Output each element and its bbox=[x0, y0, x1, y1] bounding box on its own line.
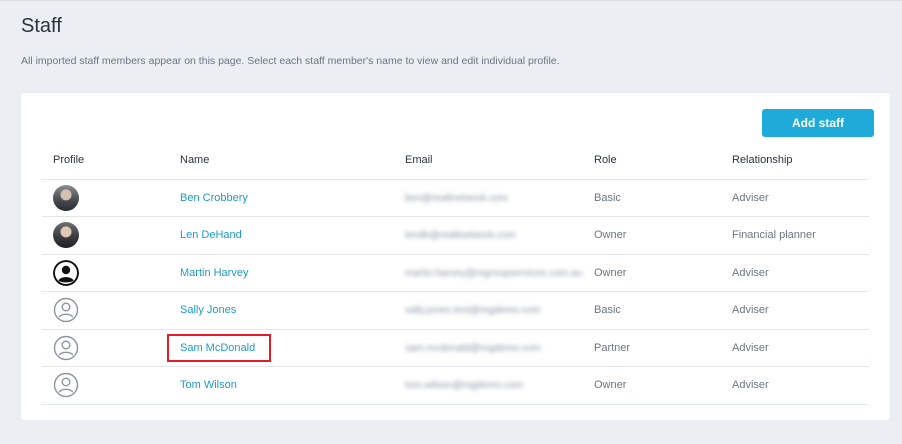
staff-name-link[interactable]: Martin Harvey bbox=[180, 267, 248, 279]
staff-email: lendh@realtnetwork.com bbox=[405, 230, 516, 242]
person-outline-icon bbox=[53, 335, 79, 360]
staff-email: martin.harvey@mgroupservices.com.au bbox=[405, 267, 582, 279]
staff-relationship: Adviser bbox=[732, 366, 869, 405]
person-outline-icon bbox=[53, 298, 79, 323]
person-filled-icon bbox=[53, 259, 79, 286]
staff-email: sally.jones.test@mgdemo.com bbox=[405, 305, 541, 317]
header-name: Name bbox=[180, 141, 405, 180]
table-row: Sam McDonald sam.mcdonald@mgdemo.com Par… bbox=[42, 329, 869, 367]
add-staff-button[interactable]: Add staff bbox=[762, 109, 874, 137]
staff-name-link[interactable]: Tom Wilson bbox=[180, 379, 237, 391]
staff-relationship: Adviser bbox=[732, 179, 869, 217]
staff-relationship: Adviser bbox=[732, 254, 869, 292]
table-row: Ben Crobbery ben@realtnetwork.com Basic … bbox=[42, 179, 869, 217]
page-description: All imported staff members appear on thi… bbox=[21, 55, 560, 67]
staff-email: tom.wilson@mgdemo.com bbox=[405, 380, 523, 392]
staff-relationship: Financial planner bbox=[732, 216, 869, 255]
header-email: Email bbox=[405, 141, 594, 180]
avatar bbox=[53, 222, 79, 249]
table-row: Len DeHand lendh@realtnetwork.com Owner … bbox=[42, 216, 869, 255]
staff-table: Profile Name Email Role Relationship Ben… bbox=[42, 141, 869, 405]
staff-email: ben@realtnetwork.com bbox=[405, 192, 508, 204]
staff-email: sam.mcdonald@mgdemo.com bbox=[405, 342, 541, 354]
header-profile: Profile bbox=[42, 141, 180, 180]
staff-role: Owner bbox=[594, 254, 732, 292]
staff-role: Basic bbox=[594, 179, 732, 217]
table-row: Martin Harvey martin.harvey@mgroupservic… bbox=[42, 254, 869, 292]
table-header-row: Profile Name Email Role Relationship bbox=[42, 141, 869, 180]
staff-card: Add staff Profile Name Email Role Relati… bbox=[21, 93, 890, 420]
staff-name-link[interactable]: Ben Crobbery bbox=[180, 192, 248, 204]
staff-relationship: Adviser bbox=[732, 291, 869, 330]
header-relationship: Relationship bbox=[732, 141, 869, 180]
table-row: Sally Jones sally.jones.test@mgdemo.com … bbox=[42, 291, 869, 330]
table-row: Tom Wilson tom.wilson@mgdemo.com Owner A… bbox=[42, 366, 869, 405]
header-role: Role bbox=[594, 141, 732, 180]
staff-name-link[interactable]: Sally Jones bbox=[180, 304, 236, 316]
staff-role: Basic bbox=[594, 291, 732, 330]
staff-name-link-highlighted[interactable]: Sam McDonald bbox=[167, 333, 272, 362]
staff-role: Partner bbox=[594, 329, 732, 367]
avatar bbox=[53, 184, 79, 211]
page-title: Staff bbox=[21, 15, 62, 37]
staff-role: Owner bbox=[594, 216, 732, 255]
staff-name-link[interactable]: Len DeHand bbox=[180, 229, 242, 241]
staff-relationship: Adviser bbox=[732, 329, 869, 367]
person-outline-icon bbox=[53, 373, 79, 398]
staff-role: Owner bbox=[594, 366, 732, 405]
